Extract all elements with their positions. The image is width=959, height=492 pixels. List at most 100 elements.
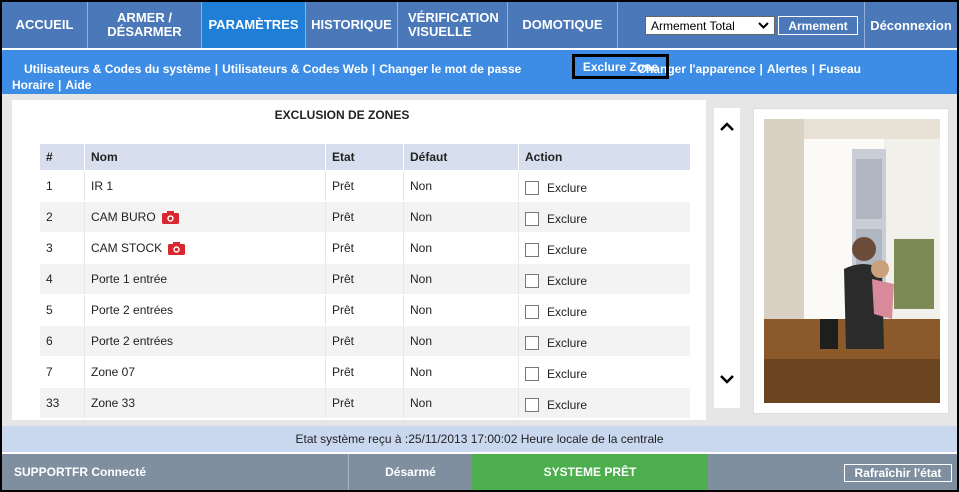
zone-number-text: 33 <box>46 396 60 410</box>
exclude-label[interactable]: Exclure <box>547 243 587 257</box>
nav-historique[interactable]: HISTORIQUE <box>306 2 398 48</box>
nav-verification-visuelle[interactable]: VÉRIFICATION VISUELLE <box>398 2 508 48</box>
panel-title: EXCLUSION DE ZONES <box>274 108 410 122</box>
zone-number: 4 <box>40 264 85 294</box>
top-navigation: ACCUEIL ARMER / DÉSARMER PARAMÈTRES HIST… <box>2 2 957 48</box>
zone-number-text: 3 <box>46 241 53 255</box>
exclude-label[interactable]: Exclure <box>547 212 587 226</box>
zone-action: Exclure <box>519 202 690 232</box>
exclude-label[interactable]: Exclure <box>547 305 587 319</box>
col-header-etat: Etat <box>326 144 404 170</box>
scroll-up-icon[interactable] <box>718 118 736 136</box>
support-connection-status: SUPPORTFR Connecté <box>14 465 147 479</box>
zone-name: CAM BURO <box>85 202 326 232</box>
exclude-label[interactable]: Exclure <box>547 367 587 381</box>
exclude-checkbox[interactable] <box>525 181 539 195</box>
exclude-checkbox[interactable] <box>525 274 539 288</box>
exclude-label[interactable]: Exclure <box>547 336 587 350</box>
col-header-defaut: Défaut <box>404 144 519 170</box>
exclude-label[interactable]: Exclure <box>547 274 587 288</box>
exclude-label[interactable]: Exclure <box>547 181 587 195</box>
zone-fault-text: Non <box>410 179 433 193</box>
subnav-separator: | <box>759 62 763 76</box>
system-status-line: Etat système reçu à :25/11/2013 17:00:02… <box>2 426 957 452</box>
nav-parametres-label: PARAMÈTRES <box>208 17 299 32</box>
arm-mode-select[interactable]: Armement Total <box>645 16 775 35</box>
main-content: EXCLUSION DE ZONES # Nom Etat Défaut Act… <box>2 94 957 426</box>
table-header: # Nom Etat Défaut Action <box>40 144 690 170</box>
zone-number: 5 <box>40 295 85 325</box>
table-row: 7 Zone 07 Prêt Non Exclure <box>40 357 690 388</box>
table-row: 5 Porte 2 entrées Prêt Non Exclure <box>40 295 690 326</box>
logout-button[interactable]: Déconnexion <box>864 2 957 48</box>
zone-number-text: 4 <box>46 272 53 286</box>
subnav-alerts[interactable]: Alertes <box>767 62 808 76</box>
exclude-checkbox[interactable] <box>525 398 539 412</box>
refresh-status-button[interactable]: Rafraîchir l'état <box>844 464 952 482</box>
zone-state: Prêt <box>326 264 404 294</box>
zone-number-text: 7 <box>46 365 53 379</box>
exclude-checkbox[interactable] <box>525 336 539 350</box>
subnav-help[interactable]: Aide <box>65 78 91 92</box>
zone-fault-text: Non <box>410 396 433 410</box>
zone-name-text: IR 1 <box>91 179 114 193</box>
camera-icon[interactable] <box>168 241 186 255</box>
exclude-label[interactable]: Exclure <box>547 398 587 412</box>
sub-navigation: Utilisateurs & Codes du système | Utilis… <box>2 50 957 94</box>
zone-action: Exclure <box>519 295 690 325</box>
zone-number: 33 <box>40 388 85 418</box>
table-row: 3 CAM STOCK Prêt Non Exclure <box>40 233 690 264</box>
zone-fault: Non <box>404 264 519 294</box>
zone-name: Porte 2 entrées <box>85 295 326 325</box>
exclude-checkbox[interactable] <box>525 243 539 257</box>
zone-state: Prêt <box>326 233 404 263</box>
nav-parametres[interactable]: PARAMÈTRES <box>202 2 306 48</box>
zone-number-text: 6 <box>46 334 53 348</box>
zone-action: Exclure <box>519 326 690 356</box>
zone-fault-text: Non <box>410 365 433 379</box>
subnav-separator: | <box>58 78 62 92</box>
nav-verification-label: VÉRIFICATION VISUELLE <box>408 10 499 39</box>
nav-accueil[interactable]: ACCUEIL <box>2 2 88 48</box>
zone-name-text: CAM STOCK <box>91 241 163 255</box>
subnav-separator: | <box>371 62 376 76</box>
zone-state-text: Prêt <box>332 396 355 410</box>
col-header-num: # <box>40 144 85 170</box>
subnav-change-password[interactable]: Changer le mot de passe <box>379 62 521 76</box>
subnav-timezone-cont[interactable]: Horaire <box>12 78 54 92</box>
exclude-checkbox[interactable] <box>525 367 539 381</box>
zone-state-text: Prêt <box>332 241 355 255</box>
zone-fault: Non <box>404 295 519 325</box>
zone-fault: Non <box>404 388 519 418</box>
exclude-checkbox[interactable] <box>525 305 539 319</box>
chevron-down-icon <box>758 22 769 29</box>
zone-state-text: Prêt <box>332 179 355 193</box>
zone-number-text: 2 <box>46 210 53 224</box>
zone-name-text: Porte 1 entrée <box>91 272 168 286</box>
zone-name: CAM STOCK <box>85 233 326 263</box>
zone-action: Exclure <box>519 171 690 201</box>
nav-accueil-label: ACCUEIL <box>15 17 74 32</box>
subnav-users-system[interactable]: Utilisateurs & Codes du système <box>24 62 211 76</box>
arm-mode-value: Armement Total <box>651 18 735 33</box>
subnav-timezone[interactable]: Fuseau <box>819 62 861 76</box>
zone-state-text: Prêt <box>332 334 355 348</box>
zone-name-text: Zone 07 <box>91 365 136 379</box>
zone-fault-text: Non <box>410 241 433 255</box>
zone-state: Prêt <box>326 202 404 232</box>
nav-domotique[interactable]: DOMOTIQUE <box>508 2 618 48</box>
scroll-down-icon[interactable] <box>718 370 736 388</box>
arm-button[interactable]: Armement <box>778 16 858 35</box>
subnav-exclude-zone-active[interactable]: Exclure Zone <box>572 54 669 79</box>
camera-icon[interactable] <box>161 210 179 224</box>
nav-historique-label: HISTORIQUE <box>311 17 392 32</box>
zone-number: 1 <box>40 171 85 201</box>
nav-armer-desarmer[interactable]: ARMER / DÉSARMER <box>88 2 202 48</box>
exclude-checkbox[interactable] <box>525 212 539 226</box>
zone-fault: Non <box>404 202 519 232</box>
col-header-nom: Nom <box>85 144 326 170</box>
subnav-users-web[interactable]: Utilisateurs & Codes Web <box>222 62 368 76</box>
zone-number: 2 <box>40 202 85 232</box>
zone-number-text: 5 <box>46 303 53 317</box>
zone-state-text: Prêt <box>332 272 355 286</box>
